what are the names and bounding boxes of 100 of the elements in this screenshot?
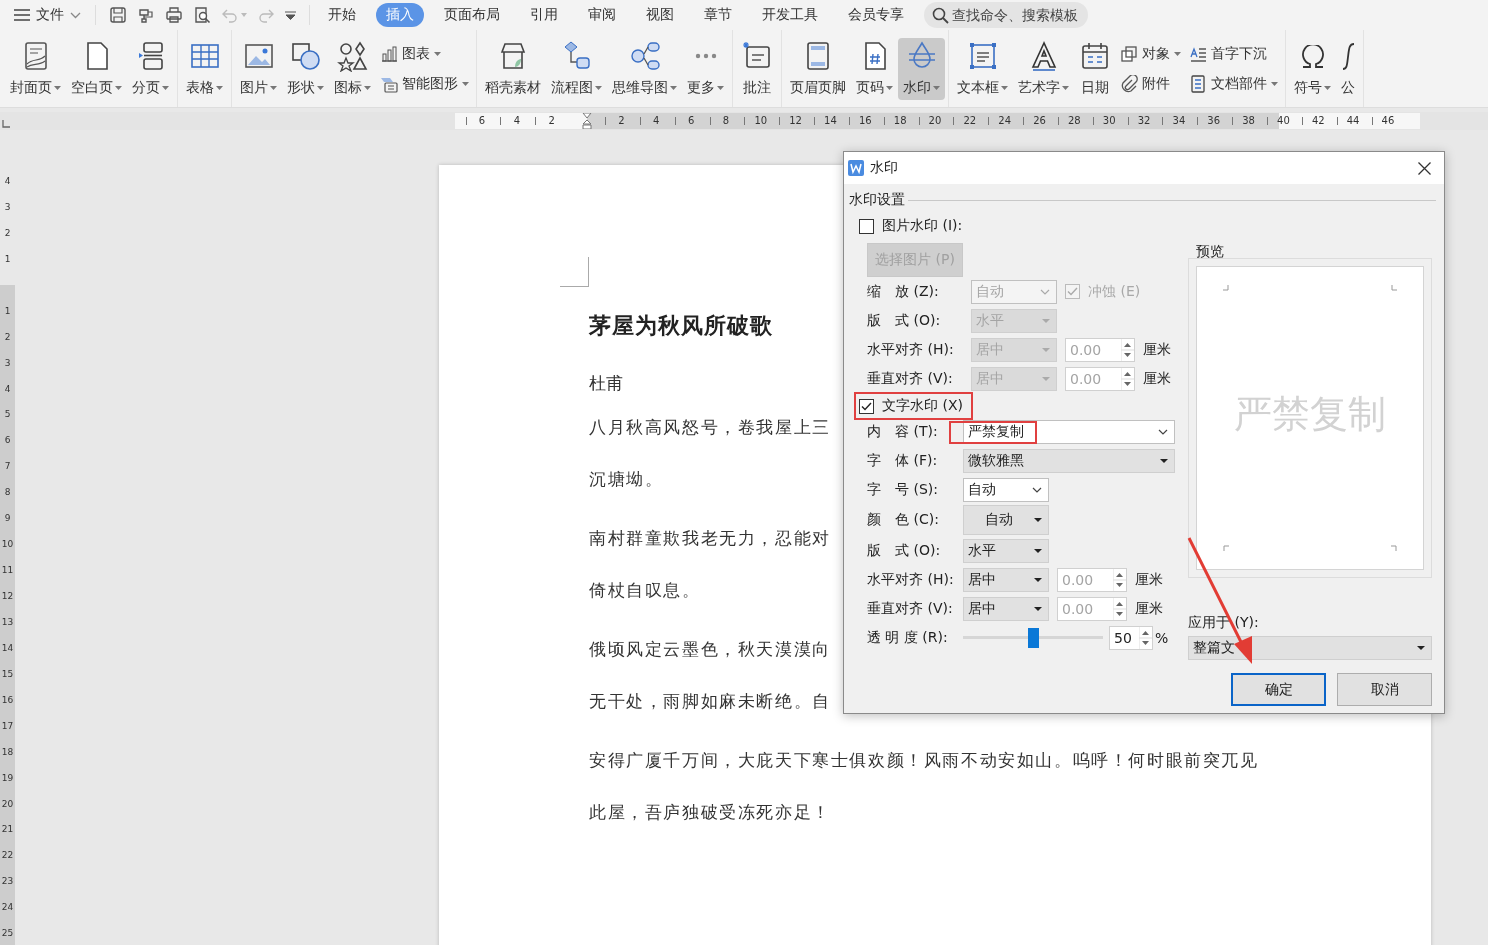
poem-line: 沉塘坳。	[589, 469, 664, 491]
combo-box[interactable]: 严禁复制	[963, 419, 1175, 444]
ribbon-button[interactable]: 表格	[181, 37, 228, 100]
ruler-number: 2	[3, 226, 12, 240]
ribbon-button[interactable]: 对象	[1116, 42, 1185, 65]
ribbon-button[interactable]: 日期	[1074, 37, 1116, 100]
ruler-number: 17	[0, 719, 15, 733]
number-field[interactable]: 50	[1109, 625, 1153, 650]
ruler-number: 20	[0, 797, 15, 811]
ribbon-button[interactable]: 图标	[329, 37, 376, 100]
caret-icon	[364, 86, 371, 90]
ruler-number: 25	[0, 927, 15, 941]
dropdown-arrow-icon	[1042, 376, 1050, 381]
ruler-number: 8	[3, 486, 12, 500]
poem-line: 倚杖自叹息。	[589, 580, 701, 602]
slider-thumb[interactable]	[1027, 627, 1039, 648]
ribbon-tab[interactable]: 视图	[636, 3, 684, 27]
combo-box[interactable]: 自动	[963, 477, 1049, 502]
checkbox[interactable]: 文字水印 (X)	[859, 395, 963, 417]
dialog-button[interactable]: 确定	[1231, 673, 1326, 706]
ruler-number: 15	[0, 667, 15, 681]
dropdown[interactable]: 水平	[963, 538, 1049, 563]
ribbon-button[interactable]: 空白页	[66, 37, 127, 100]
ribbon-button[interactable]: 稻壳素材	[480, 37, 546, 100]
ribbon-button[interactable]: 智能图形	[376, 72, 473, 95]
caret-icon	[1324, 86, 1331, 90]
menu-icon	[14, 9, 30, 21]
caret-icon	[1001, 86, 1008, 90]
ribbon-button[interactable]: 更多	[682, 37, 729, 100]
spin-arrows-icon[interactable]	[1139, 626, 1152, 649]
ruler-number: 13	[0, 615, 15, 629]
ribbon-button[interactable]: 文本框	[952, 37, 1013, 100]
ribbon-button[interactable]: 流程图	[546, 37, 607, 100]
ribbon-button[interactable]: 图表	[376, 42, 473, 65]
field-label: 透 明 度 (R):	[867, 628, 949, 647]
checkbox[interactable]: 图片水印 (I):	[859, 215, 963, 237]
ribbon-button[interactable]: 文档部件	[1185, 72, 1282, 95]
caret-icon	[317, 86, 324, 90]
ruler-number: 3	[3, 200, 12, 214]
indent-marker-icon[interactable]	[581, 113, 592, 129]
ribbon-tab[interactable]: 审阅	[578, 3, 626, 27]
field-label: 字 体 (F):	[867, 451, 939, 470]
symbols-icon	[336, 40, 369, 72]
ruler-number: 6	[3, 434, 12, 448]
omega-icon	[1301, 44, 1324, 68]
unit-label: 厘米	[1143, 369, 1171, 388]
ribbon-button[interactable]: 分页	[127, 37, 174, 100]
dropdown[interactable]: 微软雅黑	[963, 448, 1175, 473]
ribbon-button[interactable]: 页眉页脚	[785, 37, 851, 100]
formula-icon	[1341, 42, 1355, 70]
ruler-number: 3	[3, 356, 12, 370]
ruler-number: 1	[3, 252, 12, 266]
ribbon-button[interactable]: 批注	[736, 37, 778, 100]
ribbon-button[interactable]: 艺术字	[1013, 37, 1074, 100]
caret-icon	[54, 86, 61, 90]
ribbon-button[interactable]: 图片	[235, 37, 282, 100]
ribbon-button[interactable]: 附件	[1116, 72, 1185, 95]
chevron-icon	[1040, 288, 1050, 295]
search-field[interactable]: 查找命令、搜索模板	[924, 2, 1088, 28]
ribbon-button[interactable]: 公	[1336, 37, 1360, 100]
ribbon-button[interactable]: 水印	[898, 37, 945, 100]
app-icon	[848, 160, 864, 176]
ribbon-tab[interactable]: 开始	[318, 3, 366, 27]
bar-chart-icon	[380, 44, 398, 63]
file-menu-button[interactable]: 文件	[8, 2, 87, 28]
dropdown[interactable]: 自动	[963, 505, 1049, 535]
ruler-number: 9	[3, 512, 12, 526]
unit-label: 厘米	[1143, 340, 1171, 359]
ribbon-tab[interactable]: 章节	[694, 3, 742, 27]
corner-mark	[1391, 285, 1397, 291]
ribbon-button[interactable]: 思维导图	[607, 37, 682, 100]
poem-line: 此屋，吾庐独破受冻死亦足！	[589, 802, 831, 824]
field-label: 应用于 (Y):	[1188, 614, 1260, 632]
dialog-button[interactable]: 取消	[1337, 673, 1432, 706]
dropdown[interactable]: 居中	[963, 596, 1049, 621]
dropdown[interactable]: 整篇文	[1188, 636, 1432, 660]
ribbon-tab[interactable]: 引用	[520, 3, 568, 27]
chevron-icon	[1158, 428, 1168, 435]
search-icon	[932, 6, 949, 24]
ribbon-button[interactable]: 符号	[1289, 37, 1336, 100]
ribbon-button[interactable]: 封面页	[5, 37, 66, 100]
ribbon-tab[interactable]: 开发工具	[752, 3, 828, 27]
save-icon	[109, 6, 127, 24]
dropdown-arrow-icon	[1042, 318, 1050, 323]
ribbon-button[interactable]: 形状	[282, 37, 329, 100]
field-label: 颜 色 (C):	[867, 511, 940, 529]
ruler-number: 14	[0, 641, 15, 655]
shapes-icon	[289, 40, 322, 72]
dropdown[interactable]: 居中	[963, 567, 1049, 592]
caret-icon	[717, 86, 724, 90]
field-label: 水平对齐 (H):	[867, 570, 955, 589]
dropdown-arrow-icon	[1034, 606, 1042, 611]
caret-icon	[216, 86, 223, 90]
ribbon-tab[interactable]: 会员专享	[838, 3, 914, 27]
check-icon	[1067, 287, 1078, 296]
dropdown-arrow-icon	[1417, 646, 1425, 650]
ribbon-tab[interactable]: 页面布局	[434, 3, 510, 27]
ribbon-button[interactable]: 页码	[851, 37, 898, 100]
caret-icon	[241, 13, 247, 17]
ribbon-button[interactable]: 首字下沉	[1185, 42, 1282, 65]
